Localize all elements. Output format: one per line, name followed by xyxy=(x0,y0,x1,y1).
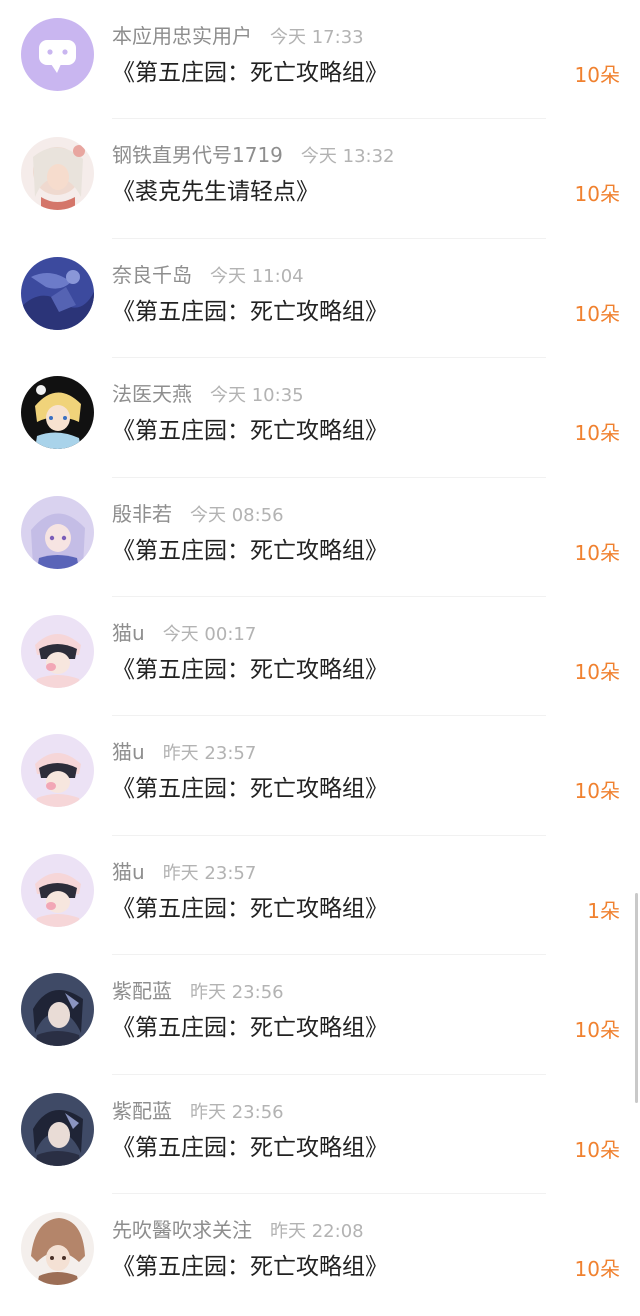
timestamp: 昨天 23:57 xyxy=(162,862,257,884)
blonde-character-avatar[interactable] xyxy=(21,376,94,450)
dark-hair-man-avatar[interactable] xyxy=(21,973,94,1047)
timestamp: 昨天 22:08 xyxy=(270,1220,364,1242)
username[interactable]: 紫配蓝 xyxy=(112,1099,172,1123)
list-item[interactable]: 本应用忠实用户 今天 17:33 《第五庄园：死亡攻略组》 10朵 xyxy=(0,0,640,120)
book-title[interactable]: 《第五庄园：死亡攻略组》 xyxy=(112,295,388,329)
pink-pig-boy-image xyxy=(21,614,94,688)
timestamp: 今天 11:04 xyxy=(210,265,304,287)
chat-bubble-icon xyxy=(21,18,94,91)
pink-pig-boy-image xyxy=(21,734,94,808)
timestamp: 今天 17:33 xyxy=(270,27,364,48)
hooded-character-avatar[interactable] xyxy=(21,1211,94,1285)
list-item[interactable]: 先吹醫吹求关注 昨天 22:08 《第五庄园：死亡攻略组》 10朵 xyxy=(0,1194,640,1313)
username[interactable]: 奈良千岛 xyxy=(112,263,192,287)
book-title[interactable]: 《第五庄园：死亡攻略组》 xyxy=(112,1131,388,1165)
timestamp: 今天 13:32 xyxy=(300,146,395,168)
book-title[interactable]: 《裘克先生请轻点》 xyxy=(112,175,319,209)
book-title[interactable]: 《第五庄园：死亡攻略组》 xyxy=(112,892,388,926)
item-meta: 紫配蓝 昨天 23:56 xyxy=(112,1097,284,1125)
dark-hair-man-image xyxy=(21,1092,94,1166)
item-meta: 殷非若 今天 08:56 xyxy=(112,500,284,528)
item-meta: 奈良千岛 今天 11:04 xyxy=(112,261,304,289)
blue-scene-image xyxy=(21,256,94,330)
item-meta: 猫u 昨天 23:57 xyxy=(112,858,256,886)
flower-count: 10朵 xyxy=(574,1256,620,1281)
pink-pig-boy-avatar[interactable] xyxy=(21,614,94,688)
username[interactable]: 法医天燕 xyxy=(112,382,192,406)
book-title[interactable]: 《第五庄园：死亡攻略组》 xyxy=(112,414,388,448)
username[interactable]: 本应用忠实用户 xyxy=(112,24,252,48)
flower-count: 10朵 xyxy=(574,1137,620,1162)
scrollbar[interactable] xyxy=(635,893,638,1103)
anime-girl-image xyxy=(21,137,94,211)
username[interactable]: 猫u xyxy=(112,860,145,884)
list-item[interactable]: 猫u 今天 00:17 《第五庄园：死亡攻略组》 10朵 xyxy=(0,597,640,717)
book-title[interactable]: 《第五庄园：死亡攻略组》 xyxy=(112,1250,388,1284)
list-item[interactable]: 猫u 昨天 23:57 《第五庄园：死亡攻略组》 10朵 xyxy=(0,716,640,836)
blue-scene-avatar[interactable] xyxy=(21,256,94,330)
hooded-character-image xyxy=(21,1211,94,1285)
item-meta: 先吹醫吹求关注 昨天 22:08 xyxy=(112,1216,364,1244)
item-meta: 法医天燕 今天 10:35 xyxy=(112,380,304,408)
list-item[interactable]: 殷非若 今天 08:56 《第五庄园：死亡攻略组》 10朵 xyxy=(0,478,640,597)
username[interactable]: 紫配蓝 xyxy=(112,979,172,1003)
list-item[interactable]: 紫配蓝 昨天 23:56 《第五庄园：死亡攻略组》 10朵 xyxy=(0,955,640,1075)
silver-hair-girl-image xyxy=(21,495,94,569)
item-meta: 本应用忠实用户 今天 17:33 xyxy=(112,22,364,50)
timestamp: 今天 10:35 xyxy=(210,385,304,407)
list-item[interactable]: 奈良千岛 今天 11:04 《第五庄园：死亡攻略组》 10朵 xyxy=(0,239,640,359)
gift-record-list: 本应用忠实用户 今天 17:33 《第五庄园：死亡攻略组》 10朵 钢铁直男代号1… xyxy=(0,0,640,1313)
book-title[interactable]: 《第五庄园：死亡攻略组》 xyxy=(112,534,388,568)
list-item[interactable]: 法医天燕 今天 10:35 《第五庄园：死亡攻略组》 10朵 xyxy=(0,358,640,478)
book-title[interactable]: 《第五庄园：死亡攻略组》 xyxy=(112,56,388,90)
timestamp: 今天 00:17 xyxy=(162,623,257,645)
item-meta: 紫配蓝 昨天 23:56 xyxy=(112,977,284,1005)
item-meta: 猫u 昨天 23:57 xyxy=(112,738,256,766)
pink-pig-boy-avatar[interactable] xyxy=(21,734,94,808)
username[interactable]: 钢铁直男代号1719 xyxy=(112,143,283,167)
app-mascot-avatar[interactable] xyxy=(21,18,94,91)
pink-pig-boy-avatar[interactable] xyxy=(21,853,94,927)
flower-count: 10朵 xyxy=(574,182,620,207)
username[interactable]: 猫u xyxy=(112,740,145,764)
silver-hair-girl-avatar[interactable] xyxy=(21,495,94,569)
blonde-character-image xyxy=(21,376,94,450)
item-meta: 钢铁直男代号1719 今天 13:32 xyxy=(112,141,395,169)
username[interactable]: 猫u xyxy=(112,621,145,645)
anime-girl-avatar[interactable] xyxy=(21,137,94,211)
flower-count: 10朵 xyxy=(574,1018,620,1043)
book-title[interactable]: 《第五庄园：死亡攻略组》 xyxy=(112,772,388,806)
flower-count: 10朵 xyxy=(574,421,620,446)
flower-count: 10朵 xyxy=(574,659,620,684)
timestamp: 今天 08:56 xyxy=(190,504,284,526)
timestamp: 昨天 23:56 xyxy=(190,982,284,1004)
book-title[interactable]: 《第五庄园：死亡攻略组》 xyxy=(112,653,388,687)
flower-count: 10朵 xyxy=(574,540,620,565)
item-meta: 猫u 今天 00:17 xyxy=(112,619,256,647)
flower-count: 10朵 xyxy=(574,301,620,326)
book-title[interactable]: 《第五庄园：死亡攻略组》 xyxy=(112,1011,388,1045)
pink-pig-boy-image xyxy=(21,853,94,927)
timestamp: 昨天 23:57 xyxy=(162,743,257,765)
list-item[interactable]: 猫u 昨天 23:57 《第五庄园：死亡攻略组》 1朵 xyxy=(0,836,640,956)
list-item[interactable]: 钢铁直男代号1719 今天 13:32 《裘克先生请轻点》 10朵 xyxy=(0,119,640,239)
username[interactable]: 先吹醫吹求关注 xyxy=(112,1218,252,1242)
flower-count: 10朵 xyxy=(574,779,620,804)
dark-hair-man-avatar[interactable] xyxy=(21,1092,94,1166)
timestamp: 昨天 23:56 xyxy=(190,1101,284,1123)
username[interactable]: 殷非若 xyxy=(112,502,172,526)
list-item[interactable]: 紫配蓝 昨天 23:56 《第五庄园：死亡攻略组》 10朵 xyxy=(0,1075,640,1194)
flower-count: 10朵 xyxy=(574,63,620,87)
flower-count: 1朵 xyxy=(587,898,620,923)
dark-hair-man-image xyxy=(21,973,94,1047)
